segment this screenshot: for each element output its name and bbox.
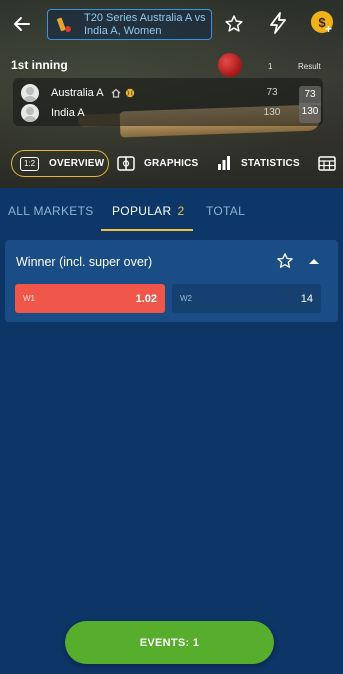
market-card: Winner (incl. super over) W1 1.02 W2 14 (5, 240, 338, 322)
tab-overview-label: OVERVIEW (49, 158, 105, 169)
chevron-up-icon (309, 258, 319, 264)
tab-table[interactable] (318, 156, 336, 176)
inning-label: 1st inning (11, 58, 68, 72)
quick-bet-button[interactable] (266, 11, 290, 35)
field-graphics-icon (117, 156, 135, 171)
plus-icon: + (325, 22, 333, 36)
tab-statistics[interactable]: STATISTICS (217, 156, 300, 170)
market-title: Winner (incl. super over) (16, 255, 153, 269)
bar-chart-icon (218, 156, 230, 170)
star-icon (225, 15, 243, 32)
favorite-button[interactable] (222, 12, 246, 36)
arrow-left-icon (14, 17, 30, 31)
tab-graphics[interactable]: GRAPHICS (117, 156, 198, 171)
team-avatar (21, 84, 39, 102)
tab-popular[interactable]: POPULAR 2 (112, 204, 184, 218)
tab-total[interactable]: TOTAL (206, 204, 245, 218)
market-favorite-button[interactable] (276, 252, 294, 270)
cricket-ball-image (218, 53, 242, 77)
result-column-header: Result (298, 62, 321, 71)
tab-popular-count: 2 (177, 204, 185, 218)
team-name: Australia A (51, 87, 104, 99)
tab-statistics-label: STATISTICS (241, 157, 300, 169)
tab-overview[interactable]: 1:2 OVERVIEW (11, 150, 109, 177)
team-row: Australia A 73 73 (13, 83, 323, 105)
view-tabs: 1:2 OVERVIEW GRAPHICS STATISTICS (0, 150, 343, 178)
odd-button-w2[interactable]: W2 14 (172, 284, 321, 313)
odd-button-w1[interactable]: W1 1.02 (15, 284, 165, 313)
batting-ball-icon (124, 87, 135, 98)
team-inning-score: 130 (263, 107, 281, 118)
tab-graphics-label: GRAPHICS (144, 158, 199, 169)
collapse-button[interactable] (305, 252, 323, 270)
team-status-icons (110, 87, 135, 98)
back-button[interactable] (10, 12, 34, 36)
match-title: T20 Series Australia A vs India A, Women (84, 11, 206, 37)
odd-name: W1 (23, 294, 35, 303)
top-bar: T20 Series Australia A vs India A, Women… (0, 0, 343, 50)
odd-value: 1.02 (135, 292, 157, 305)
team-row: India A 130 130 (13, 103, 323, 123)
lightning-icon (270, 12, 286, 34)
cricket-sport-icon (54, 14, 76, 36)
active-tab-indicator (101, 229, 193, 231)
team-avatar (21, 104, 39, 122)
star-icon (277, 253, 293, 268)
table-grid-icon (318, 156, 336, 171)
team-inning-score: 73 (266, 87, 278, 98)
match-header: T20 Series Australia A vs India A, Women… (0, 0, 343, 188)
odd-name: W2 (180, 294, 192, 303)
inning-column-header: 1 (268, 62, 273, 71)
home-icon (110, 87, 121, 98)
tab-popular-label: POPULAR (112, 204, 172, 218)
events-button[interactable]: EVENTS: 1 (65, 621, 274, 664)
team-name: India A (51, 107, 85, 119)
match-title-box[interactable]: T20 Series Australia A vs India A, Women (47, 9, 212, 40)
scoreboard: Australia A 73 73 India A 130 130 (13, 78, 323, 126)
tab-all-markets[interactable]: ALL MARKETS (8, 204, 94, 218)
events-button-label: EVENTS: 1 (139, 636, 200, 649)
overview-icon: 1:2 (20, 156, 39, 171)
market-tabs: ALL MARKETS POPULAR 2 TOTAL (0, 188, 343, 233)
team-result-score: 130 (299, 103, 321, 123)
odd-value: 14 (300, 292, 313, 305)
bonus-coin-button[interactable]: $ + (311, 11, 335, 35)
